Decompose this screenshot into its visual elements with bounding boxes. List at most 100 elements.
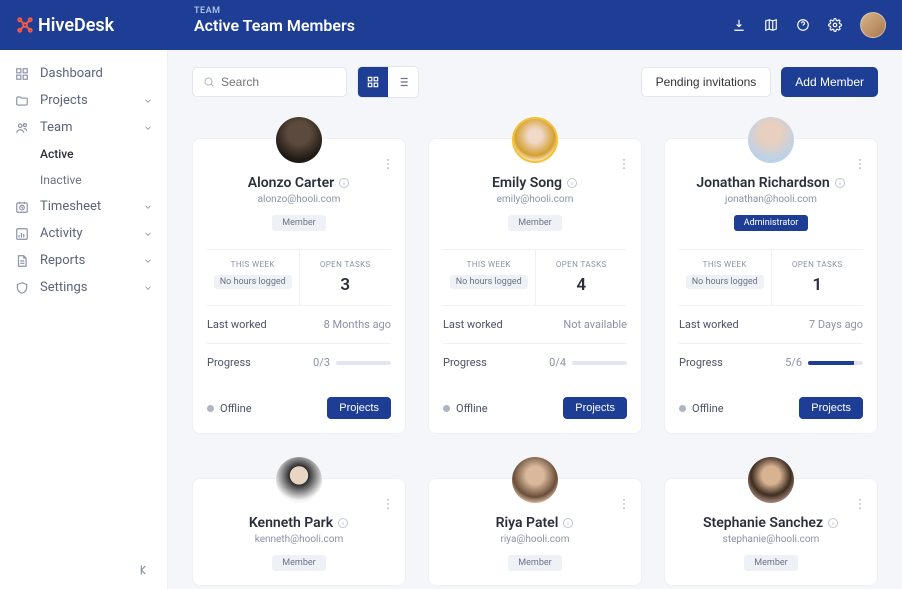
main-content: Pending invitations Add Member Alonzo Ca…: [168, 50, 902, 589]
member-name: Jonathan Richardson: [696, 175, 829, 191]
more-icon[interactable]: [853, 497, 867, 511]
progress-label: Progress: [207, 356, 251, 369]
member-avatar: [512, 117, 558, 163]
breadcrumb: TEAM: [194, 6, 355, 16]
progress-value: 0/4: [549, 356, 566, 369]
no-hours-pill: No hours logged: [686, 275, 764, 289]
user-avatar[interactable]: [860, 12, 886, 38]
role-badge: Member: [272, 215, 325, 231]
status: Offline: [679, 402, 724, 415]
search-input-wrapper[interactable]: [192, 67, 347, 97]
more-icon[interactable]: [381, 157, 395, 171]
tasks-count: 4: [542, 275, 622, 295]
member-name: Stephanie Sanchez: [703, 515, 823, 531]
sidebar-item-reports[interactable]: Reports: [0, 247, 167, 274]
chevron-down-icon: [143, 283, 153, 293]
sidebar-sub-inactive[interactable]: Inactive: [0, 167, 167, 193]
role-badge: Member: [508, 215, 561, 231]
collapse-sidebar-icon[interactable]: [139, 563, 153, 577]
sidebar-label: Projects: [40, 93, 88, 108]
role-badge: Member: [272, 555, 325, 571]
member-email: jonathan@hooli.com: [679, 194, 863, 205]
member-card: Alonzo Carter alonzo@hooli.com Member TH…: [192, 138, 406, 434]
progress-value: 0/3: [313, 356, 330, 369]
last-worked-value: 7 Days ago: [809, 318, 863, 331]
page-title: Active Team Members: [194, 16, 355, 35]
toolbar: Pending invitations Add Member: [192, 66, 878, 98]
member-avatar: [748, 457, 794, 503]
clock-icon: [14, 200, 30, 214]
help-icon[interactable]: [796, 18, 810, 32]
info-icon[interactable]: [337, 517, 349, 529]
tasks-count: 1: [778, 275, 858, 295]
top-bar: HiveDesk TEAM Active Team Members: [0, 0, 902, 50]
grid-view-button[interactable]: [358, 67, 388, 97]
member-email: alonzo@hooli.com: [207, 194, 391, 205]
chevron-down-icon: [143, 256, 153, 266]
search-icon: [203, 76, 215, 88]
member-email: emily@hooli.com: [443, 194, 627, 205]
sidebar-item-timesheet[interactable]: Timesheet: [0, 193, 167, 220]
info-icon[interactable]: [338, 177, 350, 189]
pending-invitations-button[interactable]: Pending invitations: [641, 67, 772, 97]
member-email: stephanie@hooli.com: [679, 534, 863, 545]
sidebar-item-activity[interactable]: Activity: [0, 220, 167, 247]
map-icon[interactable]: [764, 18, 778, 32]
this-week-label: THIS WEEK: [685, 260, 765, 269]
last-worked-label: Last worked: [207, 318, 267, 331]
shield-icon: [14, 281, 30, 295]
download-icon[interactable]: [732, 18, 746, 32]
last-worked-value: Not available: [563, 318, 627, 331]
no-hours-pill: No hours logged: [450, 275, 528, 289]
status-dot-icon: [443, 405, 450, 412]
logo[interactable]: HiveDesk: [16, 15, 114, 36]
sidebar-item-team[interactable]: Team: [0, 114, 167, 141]
sidebar: Dashboard Projects Team Active Inactive …: [0, 50, 168, 589]
more-icon[interactable]: [617, 497, 631, 511]
info-icon[interactable]: [566, 177, 578, 189]
more-icon[interactable]: [381, 497, 395, 511]
sidebar-item-dashboard[interactable]: Dashboard: [0, 60, 167, 87]
member-name: Emily Song: [492, 175, 562, 191]
member-name: Alonzo Carter: [248, 175, 334, 191]
info-icon[interactable]: [827, 517, 839, 529]
sidebar-sub-active[interactable]: Active: [0, 141, 167, 167]
info-icon[interactable]: [834, 177, 846, 189]
dashboard-icon: [14, 67, 30, 81]
last-worked-label: Last worked: [679, 318, 739, 331]
projects-button[interactable]: Projects: [563, 397, 627, 419]
member-name: Riya Patel: [496, 515, 559, 531]
sidebar-label: Settings: [40, 280, 87, 295]
sidebar-item-projects[interactable]: Projects: [0, 87, 167, 114]
projects-button[interactable]: Projects: [799, 397, 863, 419]
chevron-down-icon: [143, 123, 153, 133]
last-worked-label: Last worked: [443, 318, 503, 331]
progress-label: Progress: [679, 356, 723, 369]
search-input[interactable]: [221, 75, 336, 89]
status-dot-icon: [207, 405, 214, 412]
status: Offline: [443, 402, 488, 415]
open-tasks-label: OPEN TASKS: [306, 260, 386, 269]
folder-icon: [14, 94, 30, 108]
sidebar-label: Timesheet: [40, 199, 101, 214]
member-avatar: [512, 457, 558, 503]
member-name: Kenneth Park: [249, 515, 333, 531]
stats: THIS WEEKNo hours logged OPEN TASKS3: [207, 249, 391, 306]
add-member-button[interactable]: Add Member: [781, 67, 878, 97]
chevron-down-icon: [143, 202, 153, 212]
this-week-label: THIS WEEK: [213, 260, 293, 269]
gear-icon[interactable]: [828, 18, 842, 32]
sidebar-label: Reports: [40, 253, 85, 268]
stats: THIS WEEKNo hours logged OPEN TASKS1: [679, 249, 863, 306]
info-icon[interactable]: [562, 517, 574, 529]
more-icon[interactable]: [853, 157, 867, 171]
progress-bar: [336, 361, 391, 365]
sidebar-item-settings[interactable]: Settings: [0, 274, 167, 301]
open-tasks-label: OPEN TASKS: [542, 260, 622, 269]
this-week-label: THIS WEEK: [449, 260, 529, 269]
activity-icon: [14, 227, 30, 241]
list-view-button[interactable]: [388, 67, 418, 97]
more-icon[interactable]: [617, 157, 631, 171]
header-titles: TEAM Active Team Members: [194, 6, 355, 35]
projects-button[interactable]: Projects: [327, 397, 391, 419]
